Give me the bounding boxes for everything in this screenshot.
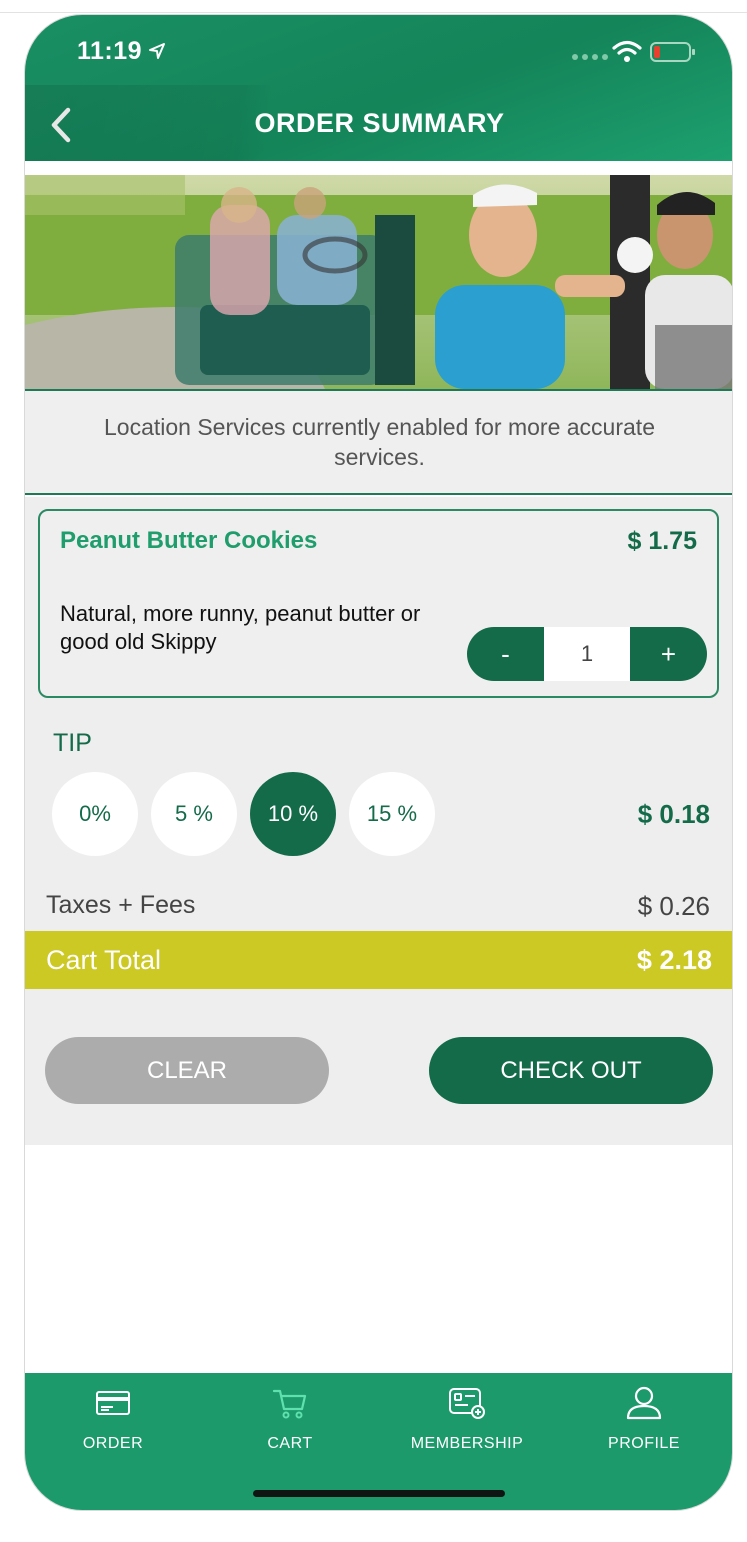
increment-button[interactable]: + <box>630 627 707 681</box>
tab-profile[interactable]: PROFILE <box>569 1385 719 1465</box>
chevron-left-icon <box>51 107 71 143</box>
membership-card-icon <box>447 1385 487 1421</box>
tab-cart-label: CART <box>267 1435 313 1452</box>
cart-icon <box>270 1385 310 1421</box>
cart-total-amount: $ 2.18 <box>636 945 712 975</box>
wifi-icon <box>612 40 642 62</box>
page-title: ORDER SUMMARY <box>254 108 505 138</box>
cellular-signal-icon <box>572 54 608 60</box>
item-price: $ 1.75 <box>627 527 697 555</box>
tab-membership[interactable]: MEMBERSHIP <box>392 1385 542 1465</box>
app-header: 11:19 ORDER SUMMARY <box>25 15 732 161</box>
tab-membership-label: MEMBERSHIP <box>410 1435 524 1452</box>
golf-hero-image <box>25 175 732 389</box>
profile-icon <box>624 1385 664 1421</box>
home-indicator[interactable] <box>253 1490 505 1497</box>
decrement-button[interactable]: - <box>467 627 544 681</box>
taxes-label: Taxes + Fees <box>46 891 196 919</box>
location-services-message: Location Services currently enabled for … <box>25 389 732 495</box>
quantity-stepper: - 1 + <box>467 627 707 681</box>
cart-item-card: Peanut Butter Cookies $ 1.75 Natural, mo… <box>38 509 719 698</box>
tab-order[interactable]: ORDER <box>38 1385 188 1465</box>
checkout-button[interactable]: CHECK OUT <box>429 1037 713 1104</box>
quantity-value: 1 <box>544 627 630 681</box>
tip-option-10[interactable]: 10 % <box>250 772 336 856</box>
tip-option-5[interactable]: 5 % <box>151 772 237 856</box>
browser-top-edge <box>0 0 747 13</box>
status-time: 11:19 <box>77 37 143 65</box>
tab-profile-label: PROFILE <box>608 1435 680 1452</box>
tip-option-0[interactable]: 0% <box>52 772 138 856</box>
cart-total-bar: Cart Total $ 2.18 <box>25 931 732 989</box>
item-name: Peanut Butter Cookies <box>60 527 318 554</box>
battery-icon <box>650 42 695 62</box>
tip-option-15[interactable]: 15 % <box>349 772 435 856</box>
phone-screen: 11:19 ORDER SUMMARY Location Services cu… <box>24 14 733 1511</box>
item-description: Natural, more runny, peanut butter or go… <box>60 601 421 654</box>
tip-label: TIP <box>53 729 92 757</box>
taxes-amount: $ 0.26 <box>637 891 710 921</box>
tip-amount: $ 0.18 <box>637 799 710 829</box>
location-arrow-icon <box>149 43 165 59</box>
tab-order-label: ORDER <box>82 1435 144 1452</box>
bottom-tab-bar: ORDER CART MEMBERSHIP PROFILE <box>25 1373 732 1510</box>
cart-total-label: Cart Total <box>46 945 162 975</box>
back-button[interactable] <box>41 103 81 147</box>
clear-button[interactable]: CLEAR <box>45 1037 329 1104</box>
order-card-icon <box>93 1385 133 1421</box>
tab-cart[interactable]: CART <box>215 1385 365 1465</box>
